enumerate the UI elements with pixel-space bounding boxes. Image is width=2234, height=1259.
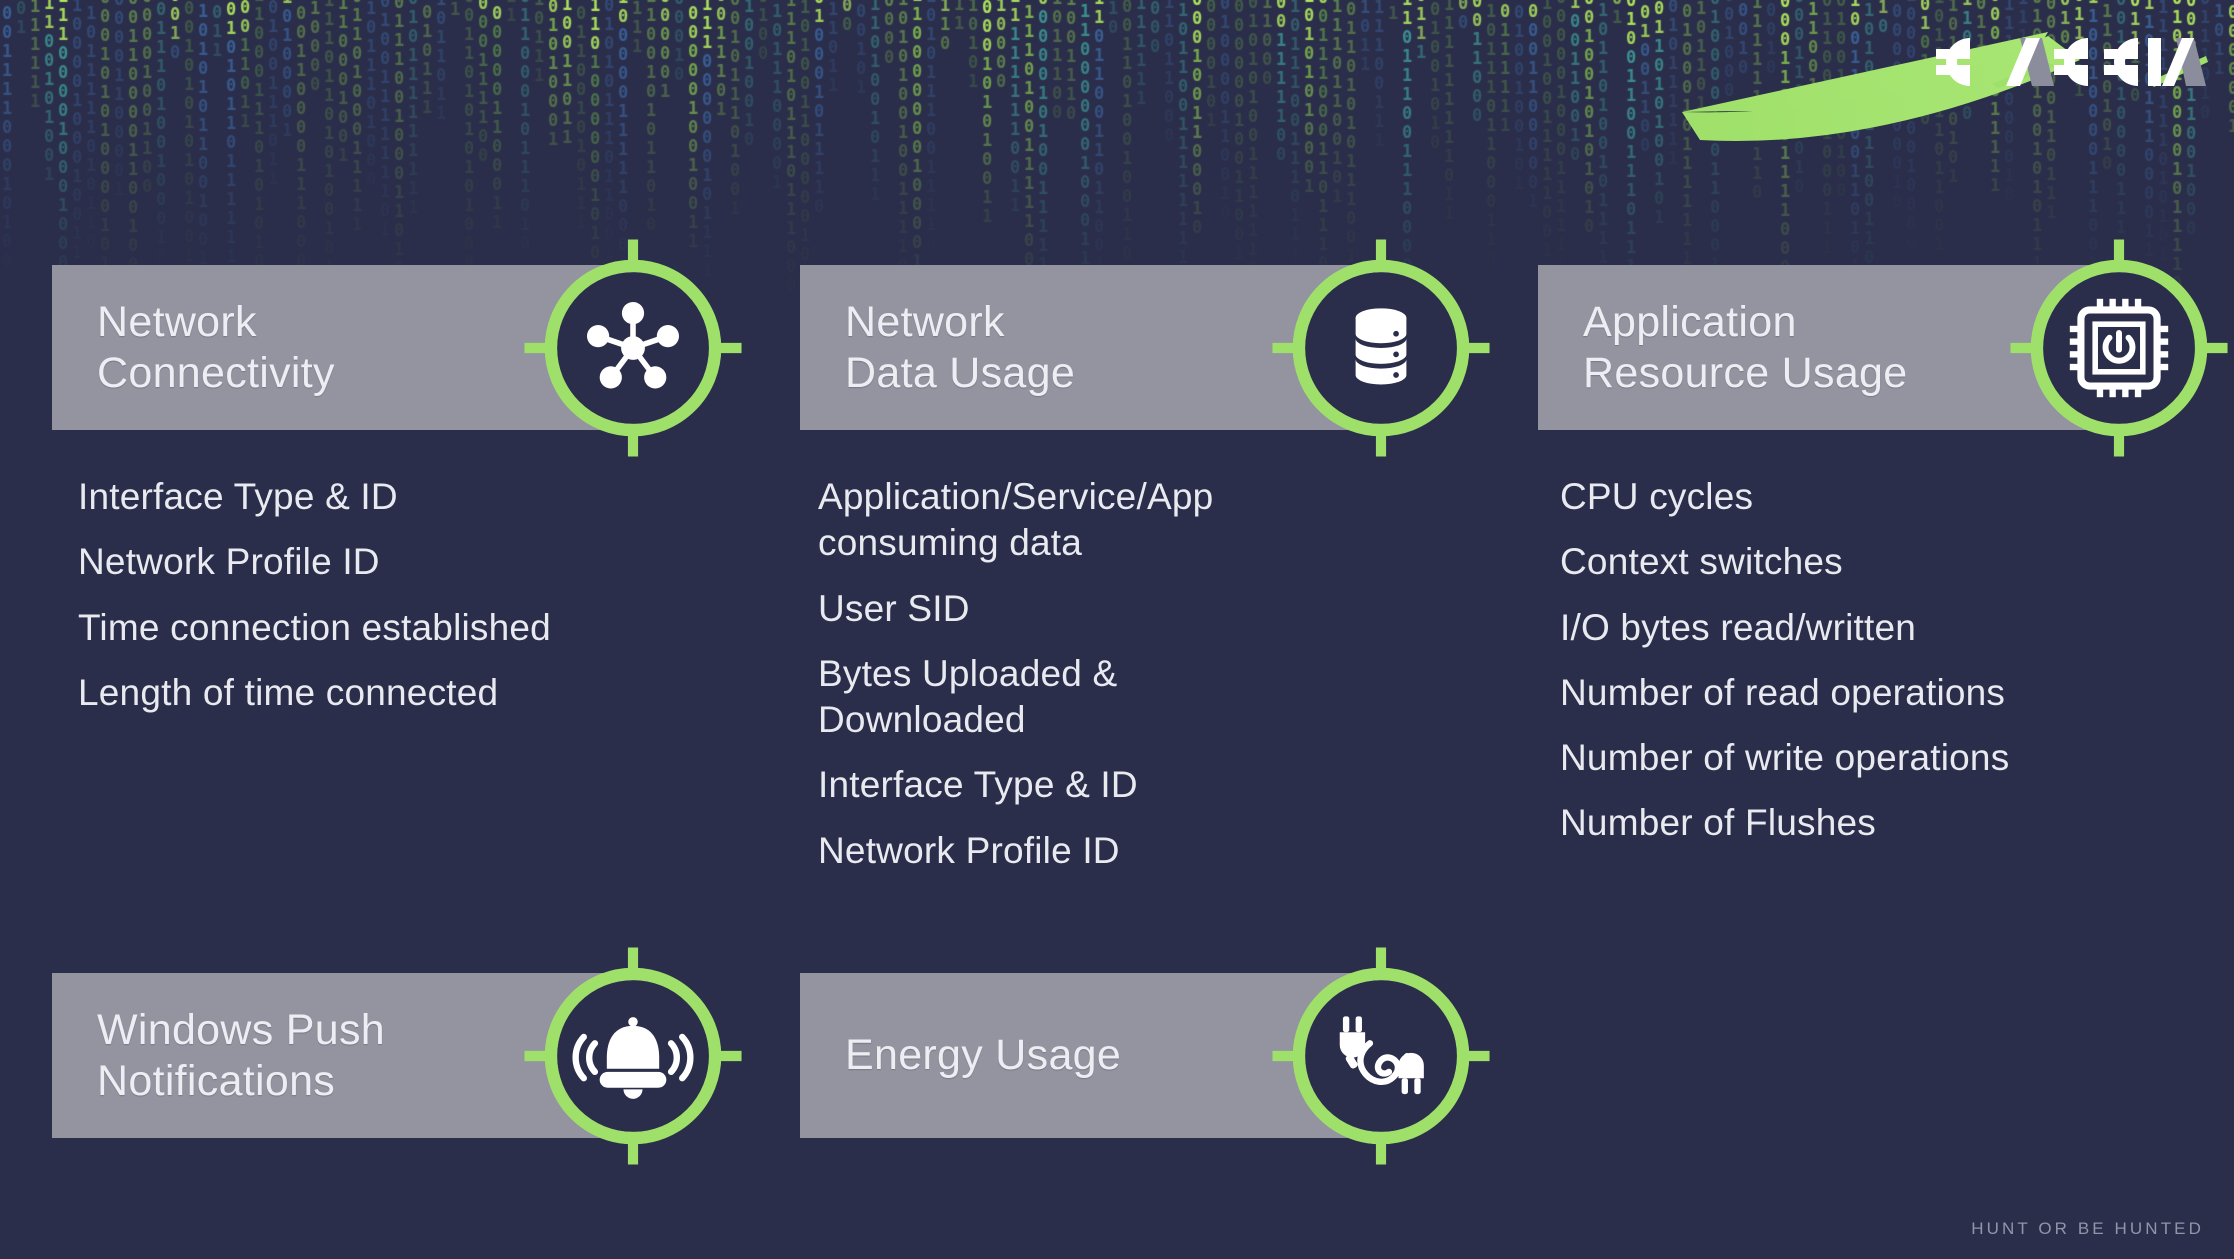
card-windows-push-notifications[interactable]: Windows Push Notifications xyxy=(52,946,900,1165)
bell-notification-icon-reticle xyxy=(524,946,742,1165)
bullet-item: CPU cycles xyxy=(1560,476,1754,517)
card-network-connectivity-title: Network Connectivity xyxy=(97,297,335,397)
card-network-data-usage-icon-badge[interactable] xyxy=(1262,229,1500,467)
bullet-item: Number of read operations xyxy=(1560,671,2006,713)
card-energy-usage-icon-badge[interactable] xyxy=(1262,937,1500,1175)
cards-board: Network Connectivity Interface Type & ID… xyxy=(0,0,2234,1259)
cpu-chip-icon-reticle xyxy=(2010,238,2228,457)
card-application-resource-usage-icon-badge[interactable] xyxy=(2000,229,2234,467)
card-network-connectivity-bullet-list: Interface Type & ID Network Profile ID Tim… xyxy=(78,474,738,735)
card-network-connectivity-icon-badge[interactable] xyxy=(514,229,752,467)
network-nodes-icon-reticle xyxy=(524,238,742,457)
bullet-item: Context switches xyxy=(1560,541,1843,583)
card-application-resource-usage-title: Application Resource Usage xyxy=(1583,297,1908,397)
card-windows-push-notifications-title: Windows Push Notifications xyxy=(97,1005,385,1105)
card-windows-push-notifications-icon-badge[interactable] xyxy=(514,937,752,1175)
card-energy-usage[interactable]: Energy Usage xyxy=(800,946,1648,1165)
bullet-item: User SID xyxy=(818,587,970,629)
card-energy-usage-title: Energy Usage xyxy=(845,1031,1122,1080)
card-application-resource-usage-bullet-list: CPU cycles Context switches I/O bytes read… xyxy=(1560,474,2220,866)
bullet-item: Network Profile ID xyxy=(818,829,1120,871)
bullet-item: Length of time connected xyxy=(78,671,499,713)
card-network-data-usage-bullet-list: Application/Service/App consuming data Us… xyxy=(818,474,1438,893)
card-application-resource-usage[interactable]: Application Resource Usage xyxy=(1538,238,2234,457)
card-network-data-usage[interactable]: Network Data Usage xyxy=(800,238,1648,457)
bullet-item: Number of write operations xyxy=(1560,737,2010,778)
bullet-item: Application/Service/App consuming data xyxy=(818,476,1214,564)
power-plug-icon-reticle xyxy=(1272,946,1490,1165)
bullet-item: Interface Type & ID xyxy=(78,476,398,517)
bullet-item: Number of Flushes xyxy=(1560,802,1876,844)
card-network-connectivity[interactable]: Network Connectivity xyxy=(52,238,900,457)
bullet-item: Network Profile ID xyxy=(78,541,380,583)
bullet-item: Time connection established xyxy=(78,606,551,648)
bullet-item: I/O bytes read/written xyxy=(1560,606,1917,648)
card-network-data-usage-title: Network Data Usage xyxy=(845,297,1076,397)
database-icon-reticle xyxy=(1272,238,1490,457)
bullet-item: Bytes Uploaded & Downloaded xyxy=(818,652,1118,740)
bullet-item: Interface Type & ID xyxy=(818,764,1138,806)
